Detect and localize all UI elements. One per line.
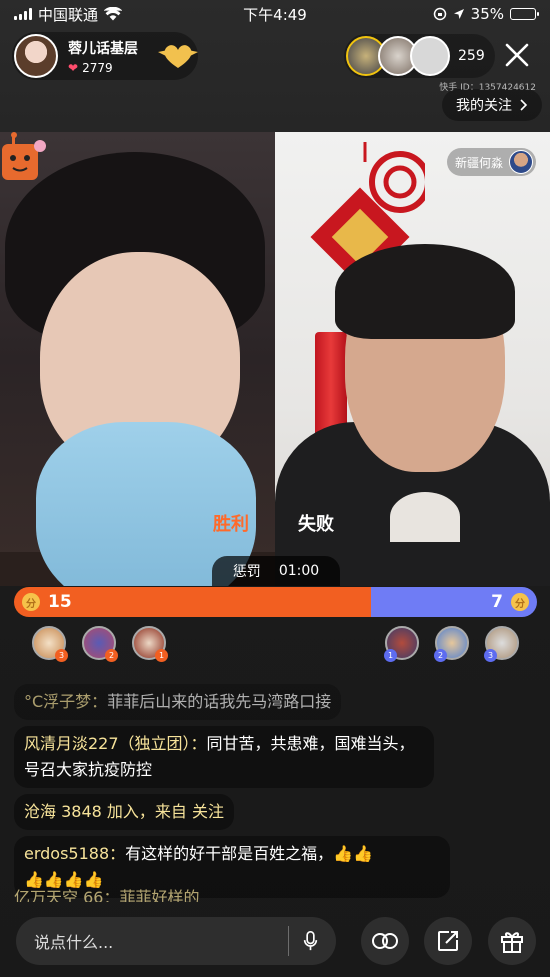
comment-item[interactable]: 沧海 3848 加入，来自 关注: [14, 794, 234, 830]
mascot-sticker-icon[interactable]: [0, 128, 48, 190]
viewer-avatar[interactable]: [410, 36, 450, 76]
thumbs-up-emoji: 👍👍: [333, 844, 374, 863]
carrier-label: 中国联通: [38, 5, 99, 24]
hair: [335, 244, 515, 339]
gift-button[interactable]: [488, 917, 536, 965]
chevron-right-icon: [520, 99, 528, 111]
battery-icon: [510, 8, 539, 20]
collar: [390, 492, 460, 542]
location-icon: [453, 9, 464, 19]
rank-badge: 2: [105, 649, 118, 662]
live-room: 中国联通 下午4:49 35% 蓉儿话基层 ❤ 2779 259 快手 ID：13…: [0, 0, 550, 977]
result-lose: 失败: [298, 514, 334, 535]
rank-badge: 2: [434, 649, 447, 662]
score-right: 7: [491, 592, 503, 612]
anchor-info[interactable]: 蓉儿话基层 ❤ 2779: [12, 32, 198, 80]
signal-icon: [14, 8, 32, 20]
coin-icon: 分: [511, 593, 529, 611]
score-left: 15: [48, 592, 72, 612]
comment-text: 菲菲后山来的话我先马湾路口接: [107, 692, 332, 711]
peer-host-name: 新疆何淼: [454, 155, 503, 170]
status-bar: 中国联通 下午4:49 35%: [0, 0, 550, 28]
pk-link-icon: [372, 933, 398, 949]
result-win: 胜利: [213, 514, 249, 535]
anchor-name: 蓉儿话基层: [68, 40, 138, 57]
partial-comment: 亿万天空 66：菲菲好样的: [14, 888, 200, 902]
comment-nick: erdos5188：: [24, 844, 126, 863]
mic-icon: [303, 931, 318, 951]
pk-score-right-fill: 7 分: [371, 587, 537, 617]
rank-badge: 1: [384, 649, 397, 662]
gifter-avatar[interactable]: 1: [384, 626, 419, 662]
comment-placeholder: 说点什么...: [34, 933, 114, 952]
rank-badge: 3: [484, 649, 497, 662]
comment-input[interactable]: 说点什么...: [16, 917, 336, 965]
penalty-time: 01:00: [278, 563, 320, 579]
gifter-avatar[interactable]: 2: [434, 626, 469, 662]
anchor-avatar[interactable]: [14, 34, 58, 78]
viewer-list[interactable]: 259: [344, 34, 495, 78]
right-top-gifters: 1 2 3: [384, 626, 519, 662]
comment-feed[interactable]: °C浮子梦：菲菲后山来的话我先马湾路口接 风清月淡227（独立团）：同甘苦，共患…: [14, 684, 464, 904]
comment-nick: 风清月淡227（独立团）：: [24, 734, 207, 753]
my-follow-label: 我的关注: [456, 98, 512, 114]
penalty-label: 惩罚: [232, 564, 261, 580]
thumbs-up-emoji: 👍👍👍👍: [24, 870, 104, 889]
gifter-avatar[interactable]: 1: [132, 626, 168, 662]
comment-nick: 沧海 3848 加入，来自 关注: [24, 802, 224, 821]
follow-heart-icon[interactable]: [158, 42, 198, 70]
my-follow-button[interactable]: 我的关注: [442, 89, 542, 121]
battery-percent: 35%: [470, 5, 504, 23]
gift-icon: [501, 932, 523, 953]
comment-item[interactable]: °C浮子梦：菲菲后山来的话我先马湾路口接: [14, 684, 342, 720]
close-icon[interactable]: [500, 38, 534, 72]
share-button[interactable]: [424, 917, 472, 965]
comment-nick: °C浮子梦：: [24, 692, 108, 711]
coin-icon: 分: [22, 593, 40, 611]
comment-item[interactable]: 风清月淡227（独立团）：同甘苦，共患难，国难当头，号召大家抗疫防控: [14, 726, 434, 788]
wifi-icon: [104, 7, 123, 21]
rank-badge: 3: [55, 649, 68, 662]
left-top-gifters: 3 2 1: [32, 626, 168, 662]
share-icon: [438, 931, 458, 951]
rank-badge: 1: [155, 649, 168, 662]
penalty-timer: 惩罚 01:00: [212, 556, 340, 586]
peer-host-tag[interactable]: 新疆何淼: [446, 148, 536, 176]
comment-text: 有这样的好干部是百姓之福，: [125, 844, 334, 863]
gifter-avatar[interactable]: 2: [82, 626, 118, 662]
viewer-count[interactable]: 259: [458, 48, 485, 64]
gifter-avatar[interactable]: 3: [32, 626, 68, 662]
mic-button[interactable]: [288, 926, 318, 956]
pk-score-left-fill: 分 15: [14, 587, 371, 617]
rotation-lock-icon: [433, 7, 446, 21]
anchor-likes: 2779: [82, 60, 113, 75]
heart-icon: ❤: [68, 60, 79, 75]
pk-link-button[interactable]: [361, 917, 409, 965]
pk-score-bar: 分 15 7 分: [14, 587, 537, 617]
gifter-avatar[interactable]: 3: [484, 626, 519, 662]
peer-host-avatar[interactable]: [509, 150, 533, 174]
